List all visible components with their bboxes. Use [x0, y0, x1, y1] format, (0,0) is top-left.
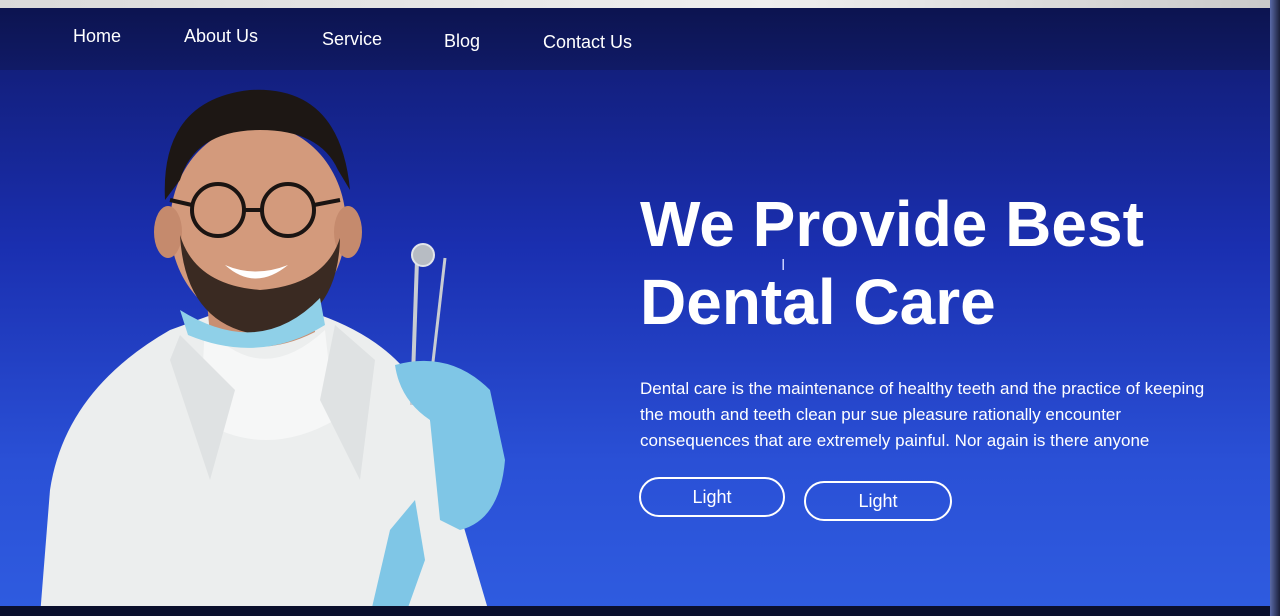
nav-about-us[interactable]: About Us — [184, 26, 258, 47]
hero-title: We Provide Best Dental Care — [640, 185, 1240, 341]
text-cursor-icon: I — [781, 257, 786, 274]
browser-top-strip — [0, 0, 1280, 8]
bottom-edge — [0, 606, 1280, 616]
dentist-image — [40, 89, 505, 616]
light-button-1[interactable]: Light — [639, 477, 785, 517]
app-screen: Home About Us Service Blog Contact Us We… — [0, 0, 1280, 616]
light-button-2[interactable]: Light — [804, 481, 952, 521]
hero-title-line-1: We Provide Best — [640, 188, 1144, 260]
hero-title-line-2: Dental Care — [640, 266, 996, 338]
nav-service[interactable]: Service — [322, 29, 382, 50]
nav-contact-us[interactable]: Contact Us — [543, 32, 632, 53]
nav-home[interactable]: Home — [73, 26, 121, 47]
nav-blog[interactable]: Blog — [444, 31, 480, 52]
hero-description: Dental care is the maintenance of health… — [640, 379, 1205, 450]
screen-bezel-right — [1270, 0, 1280, 616]
